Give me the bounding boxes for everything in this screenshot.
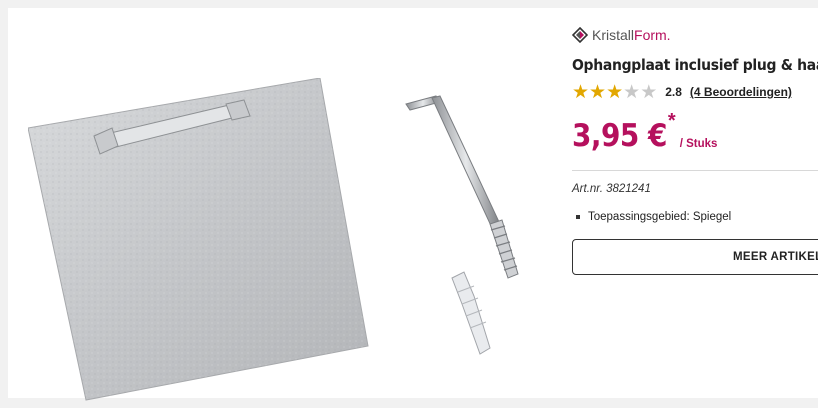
- article-number: Art.nr. 3821241: [572, 183, 651, 195]
- product-title: Ophangplaat inclusief plug & haak: [572, 56, 818, 74]
- divider: [572, 170, 818, 171]
- price: 3,95 €: [572, 118, 667, 154]
- product-info: Kristall Form. Ophangplaat inclusief plug…: [571, 26, 818, 275]
- star-icon: ★: [623, 81, 641, 103]
- price-asterisk: *: [667, 110, 676, 132]
- star-icon: ★: [589, 81, 607, 103]
- price-unit: / Stuks: [679, 138, 718, 150]
- star-icon: ★: [640, 81, 658, 103]
- product-page: Kristall Form. Ophangplaat inclusief plug…: [8, 8, 818, 401]
- brand-name-part1: Kristall: [592, 27, 635, 43]
- more-articles-label: MEER ARTIKELEN: [733, 251, 818, 263]
- price-row: 3,95 € * / Stuks: [572, 110, 818, 154]
- bullet-icon: [576, 215, 580, 219]
- more-articles-button[interactable]: MEER ARTIKELEN: [572, 239, 818, 275]
- star-icon: ★: [606, 81, 624, 103]
- reviews-link[interactable]: (4 Beoordelingen): [690, 85, 792, 99]
- feature-text: Toepassingsgebied: Spiegel: [588, 211, 732, 223]
- rating: ★ ★ ★ ★ ★ 2.8 (4 Beoordelingen): [572, 82, 818, 102]
- product-image[interactable]: [28, 78, 528, 408]
- rating-score: 2.8: [665, 85, 682, 99]
- feature-list: Toepassingsgebied: Spiegel: [572, 211, 818, 223]
- star-icon: ★: [572, 81, 590, 103]
- brand-name-part2: Form.: [634, 27, 671, 43]
- feature-item: Toepassingsgebied: Spiegel: [572, 211, 818, 223]
- kristallform-logo-icon: [571, 26, 589, 44]
- brand[interactable]: Kristall Form.: [571, 26, 818, 44]
